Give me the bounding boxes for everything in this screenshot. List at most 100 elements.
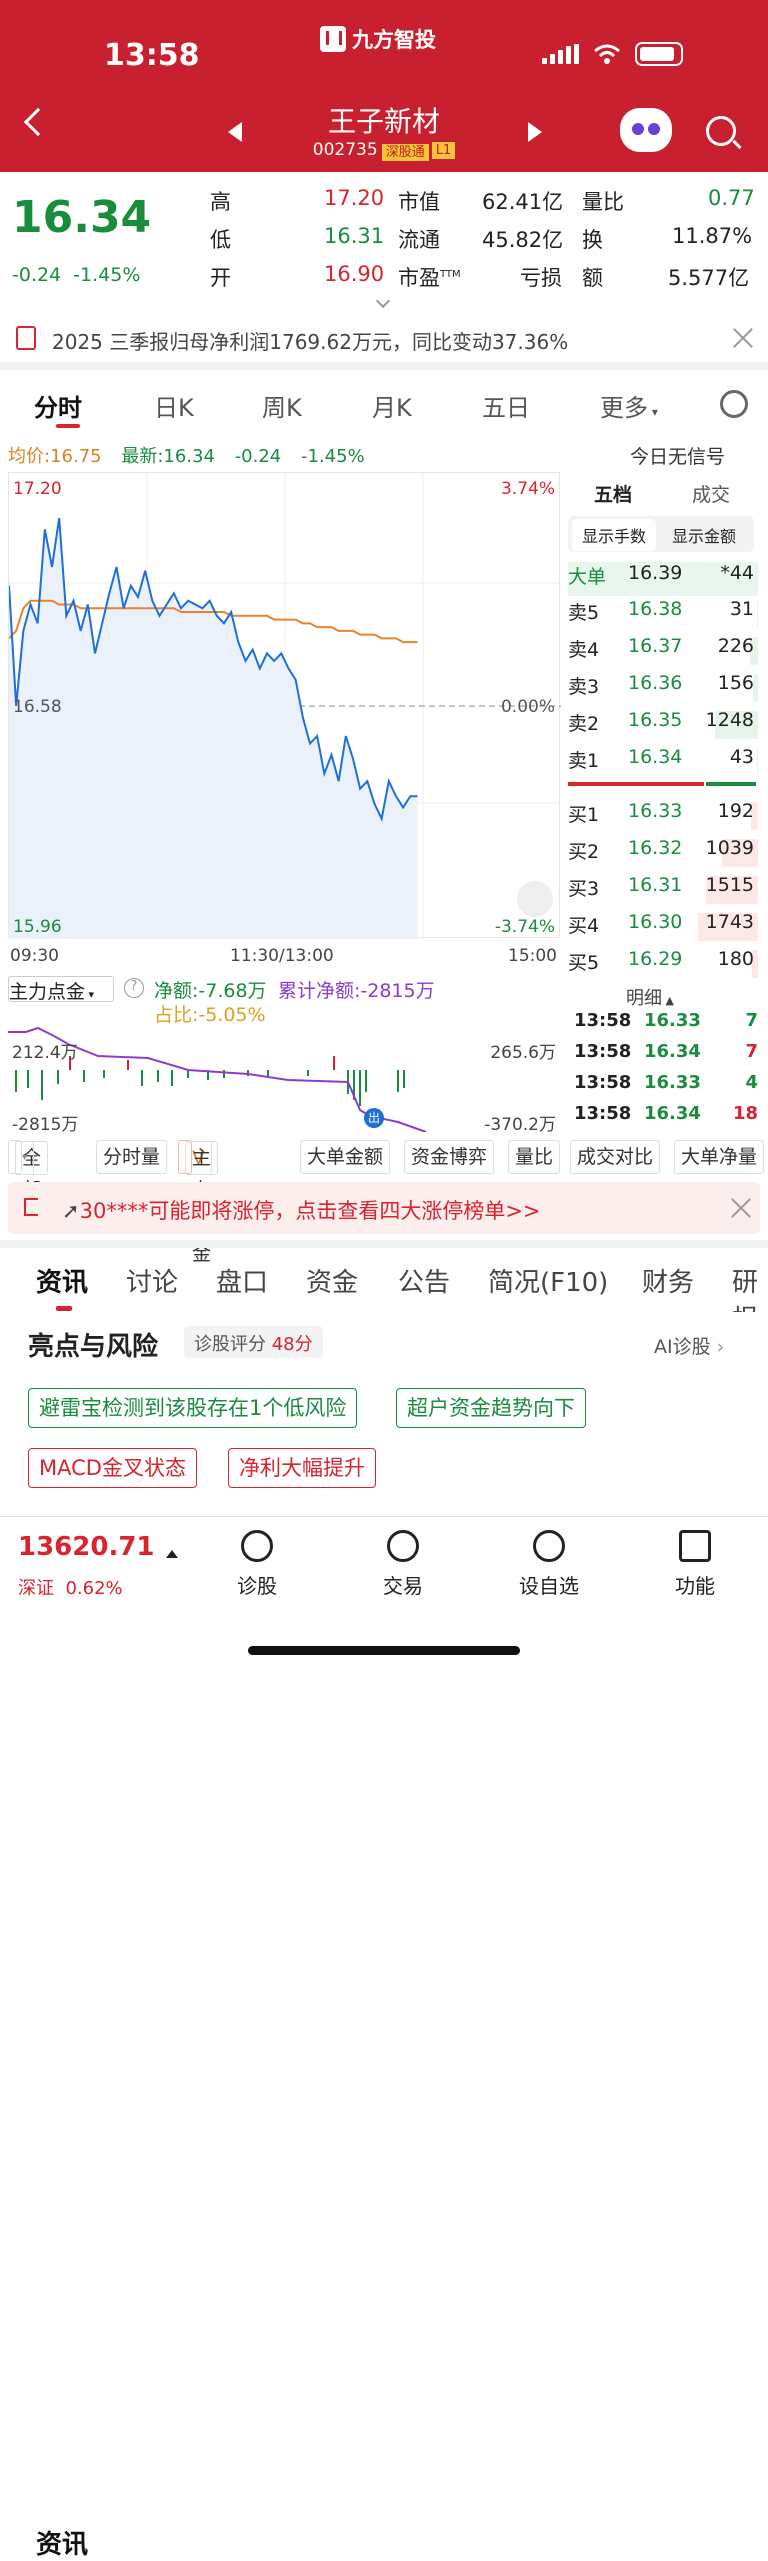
bid-row: 买3 16.31 1515: [568, 874, 758, 908]
index-value[interactable]: 13620.71: [18, 1532, 155, 1562]
show-lots-button[interactable]: 显示手数: [572, 519, 657, 551]
tab-handicap[interactable]: 盘口: [216, 1262, 268, 1299]
ask-row: 卖1 16.34 43: [568, 746, 758, 780]
tab-announcements[interactable]: 公告: [398, 1262, 450, 1299]
nav-add-watchlist[interactable]: 设自选: [504, 1530, 594, 1599]
level-label: 卖2: [568, 713, 600, 735]
fund-trend-tag[interactable]: 超户资金趋势向下: [396, 1388, 586, 1428]
tab-underline: [56, 424, 80, 428]
highlights-title: 亮点与风险: [28, 1332, 159, 1362]
tab-trades[interactable]: 成交: [692, 480, 730, 507]
ind-big-order-amount[interactable]: 大单金额: [300, 1140, 391, 1174]
high-label: 高: [210, 190, 231, 214]
vr-value: 0.77: [708, 186, 755, 210]
tab-daily-k[interactable]: 日K: [154, 388, 194, 423]
level-label: 卖4: [568, 639, 600, 661]
bid-row: 买1 16.33 192: [568, 800, 758, 834]
ind-volume[interactable]: 分时量: [96, 1140, 168, 1174]
y-tick-high: 17.20: [13, 479, 62, 499]
fund-flow-svg: [8, 1026, 427, 1132]
limit-up-promo[interactable]: ➚30****可能即将涨停，点击查看四大涨停榜单>>: [8, 1182, 760, 1234]
level-label: 买5: [568, 952, 600, 974]
risk-tag[interactable]: 避雷宝检测到该股存在1个低风险: [28, 1388, 358, 1428]
macd-tag[interactable]: MACD金叉状态: [28, 1448, 197, 1488]
intraday-chart[interactable]: 17.20 16.58 15.96 3.74% 0.00% -3.74%: [8, 472, 561, 939]
search-icon[interactable]: [706, 116, 736, 146]
cum-net-amount: 累计净额:-2815万: [278, 980, 435, 1002]
mcap-value: 62.41亿: [482, 190, 564, 214]
level-label: 买2: [568, 841, 600, 863]
landscape-toggle-icon[interactable]: [517, 881, 553, 917]
earnings-notice[interactable]: 2025 三季报归母净利润1769.62万元，同比变动37.36%: [0, 316, 768, 360]
tab-news[interactable]: 资讯: [36, 1262, 88, 1299]
robot-assistant-icon[interactable]: [620, 108, 672, 152]
x-tick-open: 09:30: [10, 946, 59, 966]
nav-functions[interactable]: 功能: [650, 1530, 740, 1599]
level-volume: 1515: [705, 874, 754, 896]
intraday-chart-svg: [9, 473, 561, 939]
tab-underline: [56, 1306, 72, 1311]
turnover-value: 11.87%: [672, 224, 753, 248]
detail-header[interactable]: 明细 ▲: [626, 984, 674, 1010]
flow-y-bottom-right: -370.2万: [484, 1115, 556, 1135]
show-amount-button[interactable]: 显示金额: [664, 523, 744, 547]
nav-diagnosis[interactable]: 诊股: [212, 1530, 302, 1599]
report-icon: [16, 326, 36, 350]
help-icon[interactable]: ?: [124, 978, 144, 998]
ind-main-gold[interactable]: V主力点金: [178, 1140, 219, 1265]
trade-time: 13:58: [574, 1010, 632, 1031]
tab-monthly-k[interactable]: 月K: [372, 388, 412, 423]
signal-status[interactable]: 今日无信号: [630, 442, 725, 469]
tab-news[interactable]: 资讯: [36, 2524, 88, 2561]
trade-price: 16.34: [644, 1041, 701, 1062]
fund-flow-chart[interactable]: 212.4万 -2815万 265.6万 -370.2万 出: [8, 1026, 560, 1135]
avg-price: 均价:16.75: [8, 446, 102, 467]
low-label: 低: [210, 228, 231, 252]
level-volume: 43: [729, 746, 754, 768]
speaker-icon: [24, 1198, 38, 1216]
tab-more[interactable]: 更多 ▾: [600, 388, 658, 423]
ai-diagnosis-link[interactable]: AI诊股 ›: [654, 1332, 724, 1359]
level-volume: 156: [717, 672, 754, 694]
level-label: 卖5: [568, 602, 600, 624]
flow-select[interactable]: 主力点金 ▾: [8, 976, 114, 1003]
tab-profile-f10[interactable]: 简况(F10): [488, 1262, 608, 1299]
next-stock-icon[interactable]: [528, 122, 542, 142]
y-tick-pct-mid: 0.00%: [500, 697, 555, 717]
tab-intraday[interactable]: 分时: [34, 388, 82, 423]
gear-icon[interactable]: [720, 390, 748, 418]
level-label: 买1: [568, 804, 600, 826]
level-price: 16.30: [628, 911, 683, 933]
ind-volume-ratio[interactable]: 量比: [508, 1140, 561, 1174]
trade-volume: 7: [745, 1041, 758, 1062]
nav-trade[interactable]: 交易: [358, 1530, 448, 1599]
display-toggle: 显示手数 显示金额: [568, 516, 754, 552]
ind-all[interactable]: 全部 ▾: [8, 1140, 49, 1201]
tab-funds[interactable]: 资金: [306, 1262, 358, 1299]
tab-five-day[interactable]: 五日: [482, 388, 530, 423]
trade-row: 13:58 16.33 4: [572, 1072, 760, 1102]
tab-financials[interactable]: 财务: [642, 1262, 694, 1299]
index-expand-icon[interactable]: [166, 1550, 178, 1558]
trade-time: 13:58: [574, 1041, 632, 1062]
y-tick-pct-low: -3.74%: [494, 917, 555, 937]
ind-fund-game[interactable]: 资金博弈: [404, 1140, 495, 1174]
tab-reports[interactable]: 研报: [732, 1262, 768, 1312]
signal-icon: [542, 44, 579, 64]
amount-value: 5.577亿: [668, 266, 750, 290]
flow-y-top-right: 265.6万: [490, 1043, 556, 1063]
tab-discussion[interactable]: 讨论: [126, 1262, 178, 1299]
spread-bar: [568, 782, 704, 786]
pe-sup: TTM: [440, 269, 461, 280]
close-icon[interactable]: [730, 1197, 752, 1219]
tab-weekly-k[interactable]: 周K: [262, 388, 302, 423]
ind-big-net[interactable]: 大单净量: [674, 1140, 765, 1174]
ind-trade-compare[interactable]: 成交对比: [570, 1140, 661, 1174]
close-icon[interactable]: [732, 327, 754, 349]
tab-five-levels[interactable]: 五档: [594, 480, 632, 507]
ask-row: 卖4 16.37 226: [568, 635, 758, 669]
notice-text: 2025 三季报归母净利润1769.62万元，同比变动37.36%: [52, 330, 569, 354]
divider: [0, 1240, 768, 1248]
chart-tabs: 分时 日K 周K 月K 五日 更多 ▾: [0, 378, 768, 430]
profit-tag[interactable]: 净利大幅提升: [228, 1448, 376, 1488]
